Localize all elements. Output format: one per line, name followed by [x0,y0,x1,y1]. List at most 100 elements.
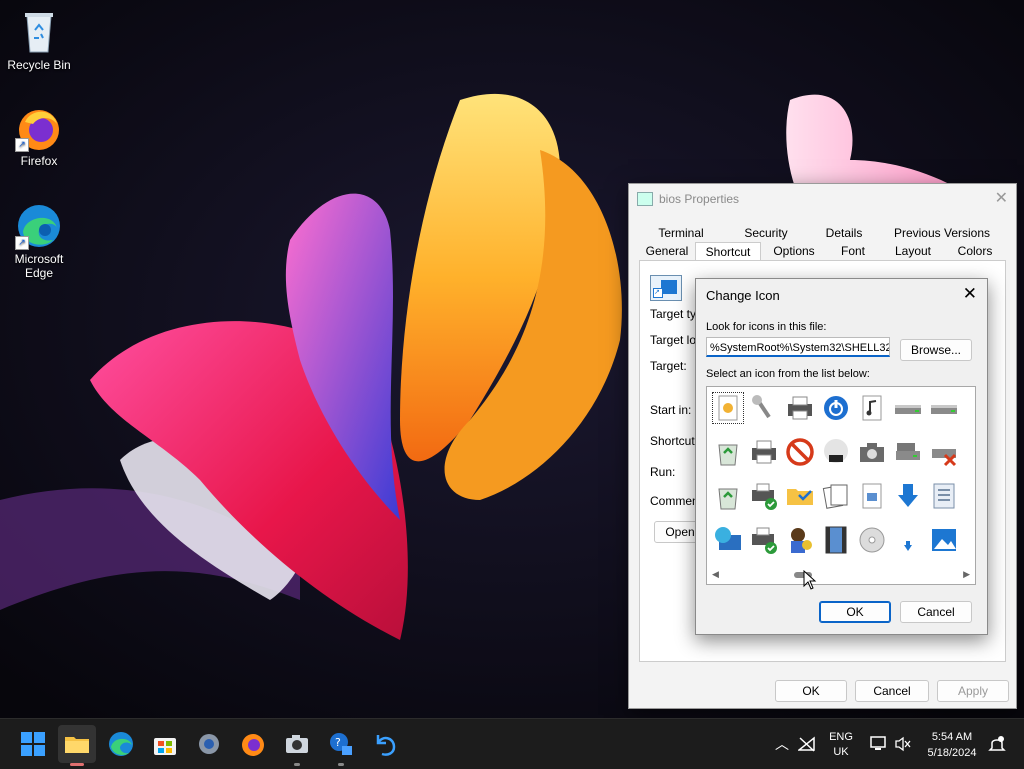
media-file-icon[interactable] [857,481,887,511]
scroll-left-arrow-icon[interactable]: ◀ [712,569,719,580]
keyboard-layout: UK [833,746,849,758]
power-icon[interactable] [821,393,851,423]
orange-ball-icon[interactable] [965,393,975,423]
tab-layout[interactable]: Layout [879,242,947,260]
language-indicator[interactable]: ENG UK [826,730,856,760]
recycle-bin-full-icon[interactable] [713,437,743,467]
language-code: ENG [829,731,853,743]
browse-button[interactable]: Browse... [900,339,972,361]
change-icon-dialog: Change Icon ✕ Look for icons in this fil… [695,278,988,635]
recycle-bin-full-icon[interactable] [713,481,743,511]
tab-general[interactable]: General [639,242,695,260]
file-explorer-icon[interactable] [64,731,90,757]
tab-options[interactable]: Options [761,242,827,260]
properties-titlebar[interactable]: bios Properties ✕ [629,184,1016,214]
download-icon[interactable] [893,481,923,511]
start-icon[interactable] [20,731,46,757]
notification-bell-icon[interactable] [988,735,1006,753]
drive-icon[interactable] [929,393,959,423]
dialog-title: Change Icon [706,288,780,303]
partial-icon[interactable] [965,481,975,511]
console-window-icon [637,192,653,206]
start-in-label: Start in: [650,403,692,417]
apply-button[interactable]: Apply [937,680,1009,702]
clock-time: 5:54 AM [931,731,973,743]
firefox-icon[interactable] [240,731,266,757]
desktop-icon-firefox[interactable]: ↗ Firefox [1,104,77,168]
undo-icon[interactable] [372,731,398,757]
file-shortcut-icon[interactable] [712,392,744,424]
edge-icon: ↗ [15,202,63,250]
dvd-icon[interactable] [821,437,851,467]
window-title: bios Properties [659,192,740,206]
folder-check-icon[interactable] [785,481,815,511]
chevron-partial-icon[interactable] [965,525,975,555]
purple-bar-icon[interactable] [965,437,975,467]
horizontal-scrollbar[interactable]: ◀ ▶ [707,566,975,584]
speaker-muted-icon[interactable] [894,736,912,752]
shortcut-app-icon: ↗ [650,275,682,301]
ok-button[interactable]: OK [819,601,891,623]
edge-icon[interactable] [108,731,134,757]
tab-font[interactable]: Font [827,242,879,260]
running-indicator [338,763,344,766]
clock-date: 5/18/2024 [927,747,977,759]
network-globe-icon[interactable] [713,525,743,555]
settings-icon[interactable] [196,731,222,757]
tab-shortcut[interactable]: Shortcut [695,242,761,260]
disconnected-drive-icon[interactable] [929,437,959,467]
mouse-cursor-icon [803,570,817,590]
shortcut-arrow-icon: ↗ [15,138,29,152]
tab-previous-versions[interactable]: Previous Versions [879,224,1005,242]
recycle-bin-icon [15,8,63,56]
camera-icon[interactable] [284,731,310,757]
network-drive-icon[interactable] [893,437,923,467]
chevron-up-icon[interactable]: ︿ [775,734,789,754]
film-icon[interactable] [821,525,851,555]
desktop-icon-edge[interactable]: ↗ Microsoft Edge [1,202,77,280]
shared-printer-icon[interactable] [749,481,779,511]
close-icon[interactable]: ✕ [995,188,1008,208]
icon-file-path-input[interactable]: %SystemRoot%\System32\SHELL32 [706,337,890,357]
clock[interactable]: 5:54 AM 5/18/2024 [920,729,984,761]
target-label: Target: [650,359,687,373]
scroll-right-arrow-icon[interactable]: ▶ [963,569,970,580]
store-icon[interactable] [152,731,178,757]
printer-icon[interactable] [749,437,779,467]
look-for-icons-label: Look for icons in this file: [706,321,827,333]
camera-icon[interactable] [857,437,887,467]
cancel-button[interactable]: Cancel [855,680,929,702]
desktop-icon-label: Firefox [20,154,58,168]
download-small-icon[interactable] [893,525,923,555]
drive-icon[interactable] [893,393,923,423]
tab-colors[interactable]: Colors [947,242,1003,260]
monitor-icon[interactable] [870,736,888,752]
user-key-icon[interactable] [785,525,815,555]
no-entry-icon[interactable] [785,437,815,467]
help-icon[interactable]: ? [328,731,354,757]
picture-icon[interactable] [929,525,959,555]
icon-list[interactable]: ◀ ▶ [706,386,976,585]
desktop-icon-recycle-bin[interactable]: Recycle Bin [1,8,77,72]
shortcut-arrow-icon: ↗ [15,236,29,250]
svg-text:?: ? [335,736,341,749]
tab-terminal[interactable]: Terminal [639,224,723,242]
cancel-button[interactable]: Cancel [900,601,972,623]
document-icon[interactable] [929,481,959,511]
music-file-icon[interactable] [857,393,887,423]
shared-printer-icon[interactable] [749,525,779,555]
tab-security[interactable]: Security [723,224,809,242]
close-icon[interactable]: ✕ [963,284,977,304]
run-label: Run: [650,465,676,479]
tab-details[interactable]: Details [809,224,879,242]
printer-icon[interactable] [785,393,815,423]
documents-icon[interactable] [821,481,851,511]
key-icon[interactable] [749,393,779,423]
ok-button[interactable]: OK [775,680,847,702]
desktop-icon-label: Microsoft Edge [14,252,64,280]
firefox-icon: ↗ [15,104,63,152]
desktop-icon-label: Recycle Bin [7,58,71,72]
network-off-icon[interactable] [798,736,816,752]
cd-icon[interactable] [857,525,887,555]
select-icon-label: Select an icon from the list below: [706,368,870,380]
